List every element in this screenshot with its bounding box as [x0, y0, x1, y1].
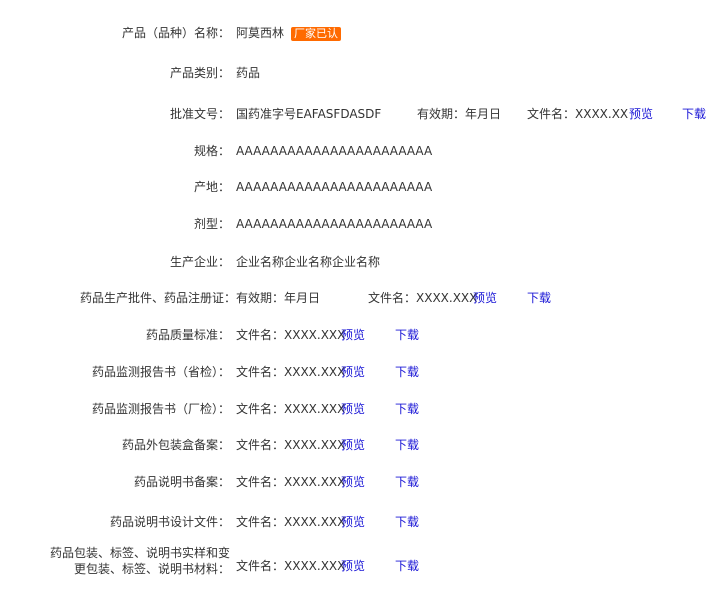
- approval-number: 国药准字号EAFASFDASDF: [236, 107, 382, 121]
- doc-preview-link[interactable]: 预览: [341, 362, 365, 382]
- category-value: 药品: [236, 66, 261, 80]
- production-license-preview-link[interactable]: 预览: [473, 288, 497, 308]
- doc-file-name: 文件名：XXXX.XXX: [236, 328, 346, 342]
- approval-row: 批准文号： 国药准字号EAFASFDASDF 有效期：年月日 文件名：XXXX.…: [0, 104, 718, 124]
- doc-file-name: 文件名：XXXX.XXX: [236, 438, 346, 452]
- doc-row-manual-record: 药品说明书备案： 文件名：XXXX.XXX 预览 下载: [0, 472, 718, 492]
- packaging-label: 药品包装、标签、说明书实样和变 更包装、标签、说明书材料：: [0, 545, 230, 577]
- manufacturer-row: 生产企业： 企业名称企业名称企业名称: [0, 252, 718, 272]
- doc-label: 药品说明书备案：: [133, 475, 230, 489]
- doc-file-name: 文件名：XXXX.XXX: [236, 475, 346, 489]
- doc-preview-link[interactable]: 预览: [341, 512, 365, 532]
- doc-row-outer-package: 药品外包装盒备案： 文件名：XXXX.XXX 预览 下载: [0, 435, 718, 455]
- production-license-file-name: 文件名：XXXX.XXX: [368, 291, 478, 305]
- approval-download-link[interactable]: 下载: [682, 104, 706, 124]
- doc-download-link[interactable]: 下载: [395, 435, 419, 455]
- origin-row: 产地： AAAAAAAAAAAAAAAAAAAAAAA: [0, 177, 718, 197]
- doc-label: 药品外包装盒备案：: [121, 438, 230, 452]
- doc-row-provincial-report: 药品监测报告书（省检）： 文件名：XXXX.XXX 预览 下载: [0, 362, 718, 382]
- doc-label: 药品监测报告书（厂检）：: [91, 402, 230, 416]
- doc-file-name: 文件名：XXXX.XXX: [236, 402, 346, 416]
- packaging-label-line2: 更包装、标签、说明书材料：: [73, 562, 230, 576]
- approval-file-name: 文件名：XXXX.XX: [527, 107, 629, 121]
- category-label: 产品类别：: [169, 66, 230, 80]
- manufacturer-label: 生产企业：: [169, 255, 230, 269]
- manufacturer-value: 企业名称企业名称企业名称: [236, 255, 381, 269]
- doc-row-quality-standard: 药品质量标准： 文件名：XXXX.XXX 预览 下载: [0, 325, 718, 345]
- doc-download-link[interactable]: 下载: [395, 362, 419, 382]
- approval-label: 批准文号：: [169, 107, 230, 121]
- spec-label: 规格：: [193, 144, 230, 158]
- doc-preview-link[interactable]: 预览: [341, 435, 365, 455]
- origin-value: AAAAAAAAAAAAAAAAAAAAAAA: [236, 180, 433, 194]
- product-name-label: 产品（品种）名称：: [121, 26, 230, 40]
- doc-download-link[interactable]: 下载: [395, 512, 419, 532]
- doc-label: 药品说明书设计文件：: [109, 515, 230, 529]
- product-name-row: 产品（品种）名称： 阿莫西林 厂家已认: [0, 23, 718, 43]
- doc-row-manual-design: 药品说明书设计文件： 文件名：XXXX.XXX 预览 下载: [0, 512, 718, 532]
- production-license-download-link[interactable]: 下载: [527, 288, 551, 308]
- production-license-validity: 有效期：年月日: [236, 291, 321, 305]
- doc-download-link[interactable]: 下载: [395, 399, 419, 419]
- doc-download-link[interactable]: 下载: [395, 325, 419, 345]
- production-license-label: 药品生产批件、药品注册证：: [79, 291, 236, 305]
- approval-validity: 有效期：年月日: [417, 107, 502, 121]
- doc-file-name: 文件名：XXXX.XXX: [236, 365, 346, 379]
- dosage-label: 剂型：: [193, 217, 230, 231]
- doc-label: 药品监测报告书（省检）：: [91, 365, 230, 379]
- doc-preview-link[interactable]: 预览: [341, 472, 365, 492]
- packaging-preview-link[interactable]: 预览: [341, 556, 365, 576]
- dosage-row: 剂型： AAAAAAAAAAAAAAAAAAAAAAA: [0, 214, 718, 234]
- packaging-file-name: 文件名：XXXX.XXX: [236, 559, 346, 573]
- doc-file-name: 文件名：XXXX.XXX: [236, 515, 346, 529]
- production-license-row: 药品生产批件、药品注册证： 有效期：年月日 文件名：XXXX.XXX 预览 下载: [0, 288, 718, 308]
- product-name-value: 阿莫西林: [236, 26, 285, 40]
- doc-download-link[interactable]: 下载: [395, 472, 419, 492]
- doc-preview-link[interactable]: 预览: [341, 399, 365, 419]
- packaging-label-line1: 药品包装、标签、说明书实样和变: [49, 546, 230, 560]
- packaging-download-link[interactable]: 下载: [395, 556, 419, 576]
- category-row: 产品类别： 药品: [0, 63, 718, 83]
- doc-label: 药品质量标准：: [145, 328, 230, 342]
- spec-value: AAAAAAAAAAAAAAAAAAAAAAA: [236, 144, 433, 158]
- doc-preview-link[interactable]: 预览: [341, 325, 365, 345]
- approval-preview-link[interactable]: 预览: [629, 104, 653, 124]
- origin-label: 产地：: [193, 180, 230, 194]
- dosage-value: AAAAAAAAAAAAAAAAAAAAAAA: [236, 217, 433, 231]
- spec-row: 规格： AAAAAAAAAAAAAAAAAAAAAAA: [0, 141, 718, 161]
- packaging-row: 药品包装、标签、说明书实样和变 更包装、标签、说明书材料： 文件名：XXXX.X…: [0, 546, 718, 576]
- verified-badge: 厂家已认: [291, 27, 341, 41]
- doc-row-factory-report: 药品监测报告书（厂检）： 文件名：XXXX.XXX 预览 下载: [0, 399, 718, 419]
